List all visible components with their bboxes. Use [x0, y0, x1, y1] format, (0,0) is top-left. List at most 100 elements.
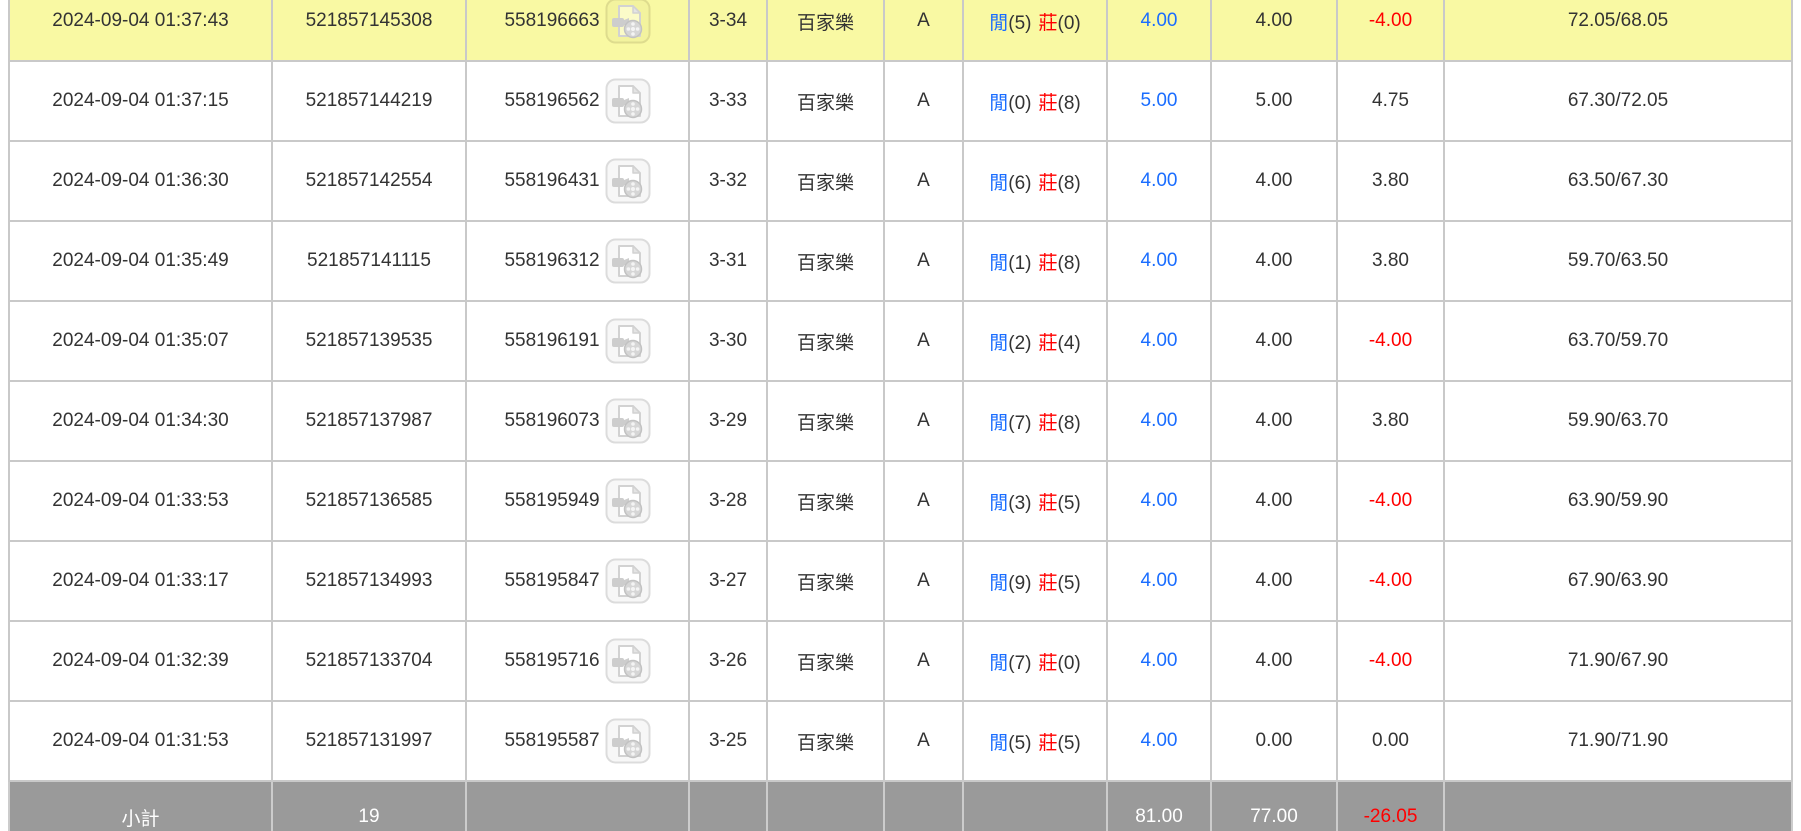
table-row[interactable]: 2024-09-04 01:31:53521857131997558195587…: [9, 701, 1792, 781]
bet-amount-cell: 4.00: [1107, 541, 1211, 621]
player-score: (7): [1008, 653, 1031, 674]
game-id-text: 558195587: [504, 730, 599, 752]
game-id-text: 558196431: [504, 170, 599, 192]
game-id-cell: 558195847: [466, 541, 689, 621]
player-score: (3): [1008, 493, 1031, 514]
video-record-icon[interactable]: [605, 478, 651, 524]
bet-id-cell: 521857134993: [272, 541, 466, 621]
game-id-wrap: 558195847: [467, 558, 688, 604]
bet-id-cell: 521857141115: [272, 221, 466, 301]
player-score: (7): [1008, 413, 1031, 434]
valid-amount-cell: 4.00: [1211, 541, 1337, 621]
win-loss-cell: -4.00: [1337, 0, 1444, 61]
summary-empty-cell: [466, 781, 689, 831]
round-cell: 3-26: [689, 621, 767, 701]
balance-cell: 71.90/71.90: [1444, 701, 1792, 781]
video-record-glyph: [605, 478, 651, 524]
game-name-cell: 百家樂: [767, 461, 884, 541]
round-cell: 3-25: [689, 701, 767, 781]
player-label: 閒: [989, 13, 1008, 34]
game-id-wrap: 558195587: [467, 718, 688, 764]
banker-score: (0): [1058, 13, 1081, 34]
valid-amount-cell: 4.00: [1211, 301, 1337, 381]
player-label: 閒: [989, 493, 1008, 514]
player-label: 閒: [989, 733, 1008, 754]
video-record-icon[interactable]: [605, 398, 651, 444]
banker-label: 莊: [1039, 733, 1058, 754]
video-record-icon[interactable]: [605, 0, 651, 44]
bet-amount-cell: 4.00: [1107, 701, 1211, 781]
table-row[interactable]: 2024-09-04 01:37:15521857144219558196562…: [9, 61, 1792, 141]
bet-amount-cell: 4.00: [1107, 381, 1211, 461]
player-score: (1): [1008, 253, 1031, 274]
game-id-text: 558196663: [504, 10, 599, 32]
table-row[interactable]: 2024-09-04 01:35:49521857141115558196312…: [9, 221, 1792, 301]
table-row[interactable]: 2024-09-04 01:35:07521857139535558196191…: [9, 301, 1792, 381]
player-label: 閒: [989, 253, 1008, 274]
game-id-cell: 558195587: [466, 701, 689, 781]
win-loss-cell: 3.80: [1337, 221, 1444, 301]
game-name-cell: 百家樂: [767, 541, 884, 621]
video-record-icon[interactable]: [605, 638, 651, 684]
table-code-cell: A: [884, 461, 963, 541]
video-record-icon[interactable]: [605, 158, 651, 204]
video-record-glyph: [605, 238, 651, 284]
game-id-text: 558196562: [504, 90, 599, 112]
table-row[interactable]: 2024-09-04 01:37:43521857145308558196663…: [9, 0, 1792, 61]
banker-label: 莊: [1039, 173, 1058, 194]
video-record-icon[interactable]: [605, 718, 651, 764]
result-cell: 閒(1)莊(8): [963, 221, 1107, 301]
video-record-icon[interactable]: [605, 238, 651, 284]
banker-label: 莊: [1039, 333, 1058, 354]
round-cell: 3-31: [689, 221, 767, 301]
table-row[interactable]: 2024-09-04 01:34:30521857137987558196073…: [9, 381, 1792, 461]
game-id-wrap: 558196562: [467, 78, 688, 124]
game-id-wrap: 558196312: [467, 238, 688, 284]
banker-label: 莊: [1039, 413, 1058, 434]
video-record-icon[interactable]: [605, 78, 651, 124]
table-row[interactable]: 2024-09-04 01:32:39521857133704558195716…: [9, 621, 1792, 701]
bet-amount-cell: 4.00: [1107, 221, 1211, 301]
bet-id-cell: 521857139535: [272, 301, 466, 381]
round-cell: 3-29: [689, 381, 767, 461]
result-cell: 閒(9)莊(5): [963, 541, 1107, 621]
round-cell: 3-30: [689, 301, 767, 381]
valid-amount-cell: 5.00: [1211, 61, 1337, 141]
summary-empty-cell: [767, 781, 884, 831]
summary-empty-cell: [963, 781, 1107, 831]
bet-id-cell: 521857133704: [272, 621, 466, 701]
balance-cell: 63.90/59.90: [1444, 461, 1792, 541]
table-code-cell: A: [884, 541, 963, 621]
video-record-icon[interactable]: [605, 558, 651, 604]
banker-score: (5): [1058, 733, 1081, 754]
game-id-text: 558196312: [504, 250, 599, 272]
game-id-cell: 558196663: [466, 0, 689, 61]
win-loss-cell: -4.00: [1337, 621, 1444, 701]
time-cell: 2024-09-04 01:37:43: [9, 0, 272, 61]
game-id-text: 558196191: [504, 330, 599, 352]
game-name-cell: 百家樂: [767, 381, 884, 461]
player-score: (2): [1008, 333, 1031, 354]
video-record-glyph: [605, 558, 651, 604]
round-cell: 3-32: [689, 141, 767, 221]
balance-cell: 67.90/63.90: [1444, 541, 1792, 621]
table-row[interactable]: 2024-09-04 01:36:30521857142554558196431…: [9, 141, 1792, 221]
time-cell: 2024-09-04 01:31:53: [9, 701, 272, 781]
game-id-text: 558195949: [504, 490, 599, 512]
balance-cell: 67.30/72.05: [1444, 61, 1792, 141]
bet-amount-cell: 4.00: [1107, 0, 1211, 61]
game-name-cell: 百家樂: [767, 141, 884, 221]
table-code-cell: A: [884, 141, 963, 221]
banker-label: 莊: [1039, 573, 1058, 594]
player-label: 閒: [989, 413, 1008, 434]
video-record-icon[interactable]: [605, 318, 651, 364]
win-loss-cell: -4.00: [1337, 541, 1444, 621]
table-row[interactable]: 2024-09-04 01:33:17521857134993558195847…: [9, 541, 1792, 621]
summary-empty-cell: [689, 781, 767, 831]
game-id-cell: 558195716: [466, 621, 689, 701]
game-id-cell: 558196073: [466, 381, 689, 461]
table-row[interactable]: 2024-09-04 01:33:53521857136585558195949…: [9, 461, 1792, 541]
game-id-wrap: 558196073: [467, 398, 688, 444]
video-record-glyph: [605, 638, 651, 684]
player-score: (5): [1008, 13, 1031, 34]
